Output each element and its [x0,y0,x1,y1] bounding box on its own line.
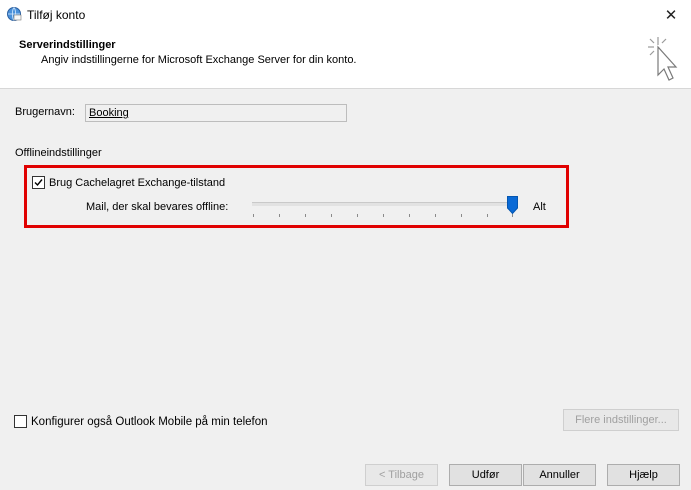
slider-tick [487,214,488,217]
finish-button[interactable]: Udfør [449,464,522,486]
slider-tick [512,214,513,217]
slider-thumb[interactable] [507,196,518,215]
globe-mail-icon [6,6,22,22]
slider-tick [461,214,462,217]
page-subtitle: Angiv indstillingerne for Microsoft Exch… [41,54,357,66]
help-button[interactable]: Hjælp [607,464,680,486]
slider-tick [435,214,436,217]
outlook-mobile-checkbox[interactable] [14,415,27,428]
back-button[interactable]: < Tilbage [365,464,438,486]
slider-tick [331,214,332,217]
close-icon: ✕ [664,7,678,24]
window-title: Tilføj konto [27,8,86,22]
outlook-mobile-label[interactable]: Konfigurer også Outlook Mobile på min te… [31,416,268,428]
cancel-button[interactable]: Annuller [523,464,596,486]
offline-slider-track[interactable] [252,202,517,206]
cached-mode-label[interactable]: Brug Cachelagret Exchange-tilstand [49,177,225,189]
cached-mode-checkbox[interactable] [32,176,45,189]
close-button[interactable]: ✕ [651,0,691,30]
slider-label: Mail, der skal bevares offline: [86,201,229,213]
slider-tick [383,214,384,217]
slider-value-label: Alt [533,201,546,213]
highlight-box [24,165,569,228]
more-settings-button[interactable]: Flere indstillinger... [563,409,679,431]
page-title: Serverindstillinger [19,39,116,51]
slider-tick [305,214,306,217]
checkmark-icon [34,179,43,187]
wizard-header: Serverindstillinger Angiv indstillingern… [0,30,691,89]
offline-section-label: Offlineindstillinger [15,147,102,159]
slider-tick [279,214,280,217]
username-field[interactable]: Booking [85,104,347,122]
slider-tick [253,214,254,217]
username-label: Brugernavn: [15,106,75,118]
title-bar: Tilføj konto ✕ [0,0,691,30]
cursor-sparkle-icon [644,33,684,85]
slider-tick [357,214,358,217]
slider-tick [409,214,410,217]
